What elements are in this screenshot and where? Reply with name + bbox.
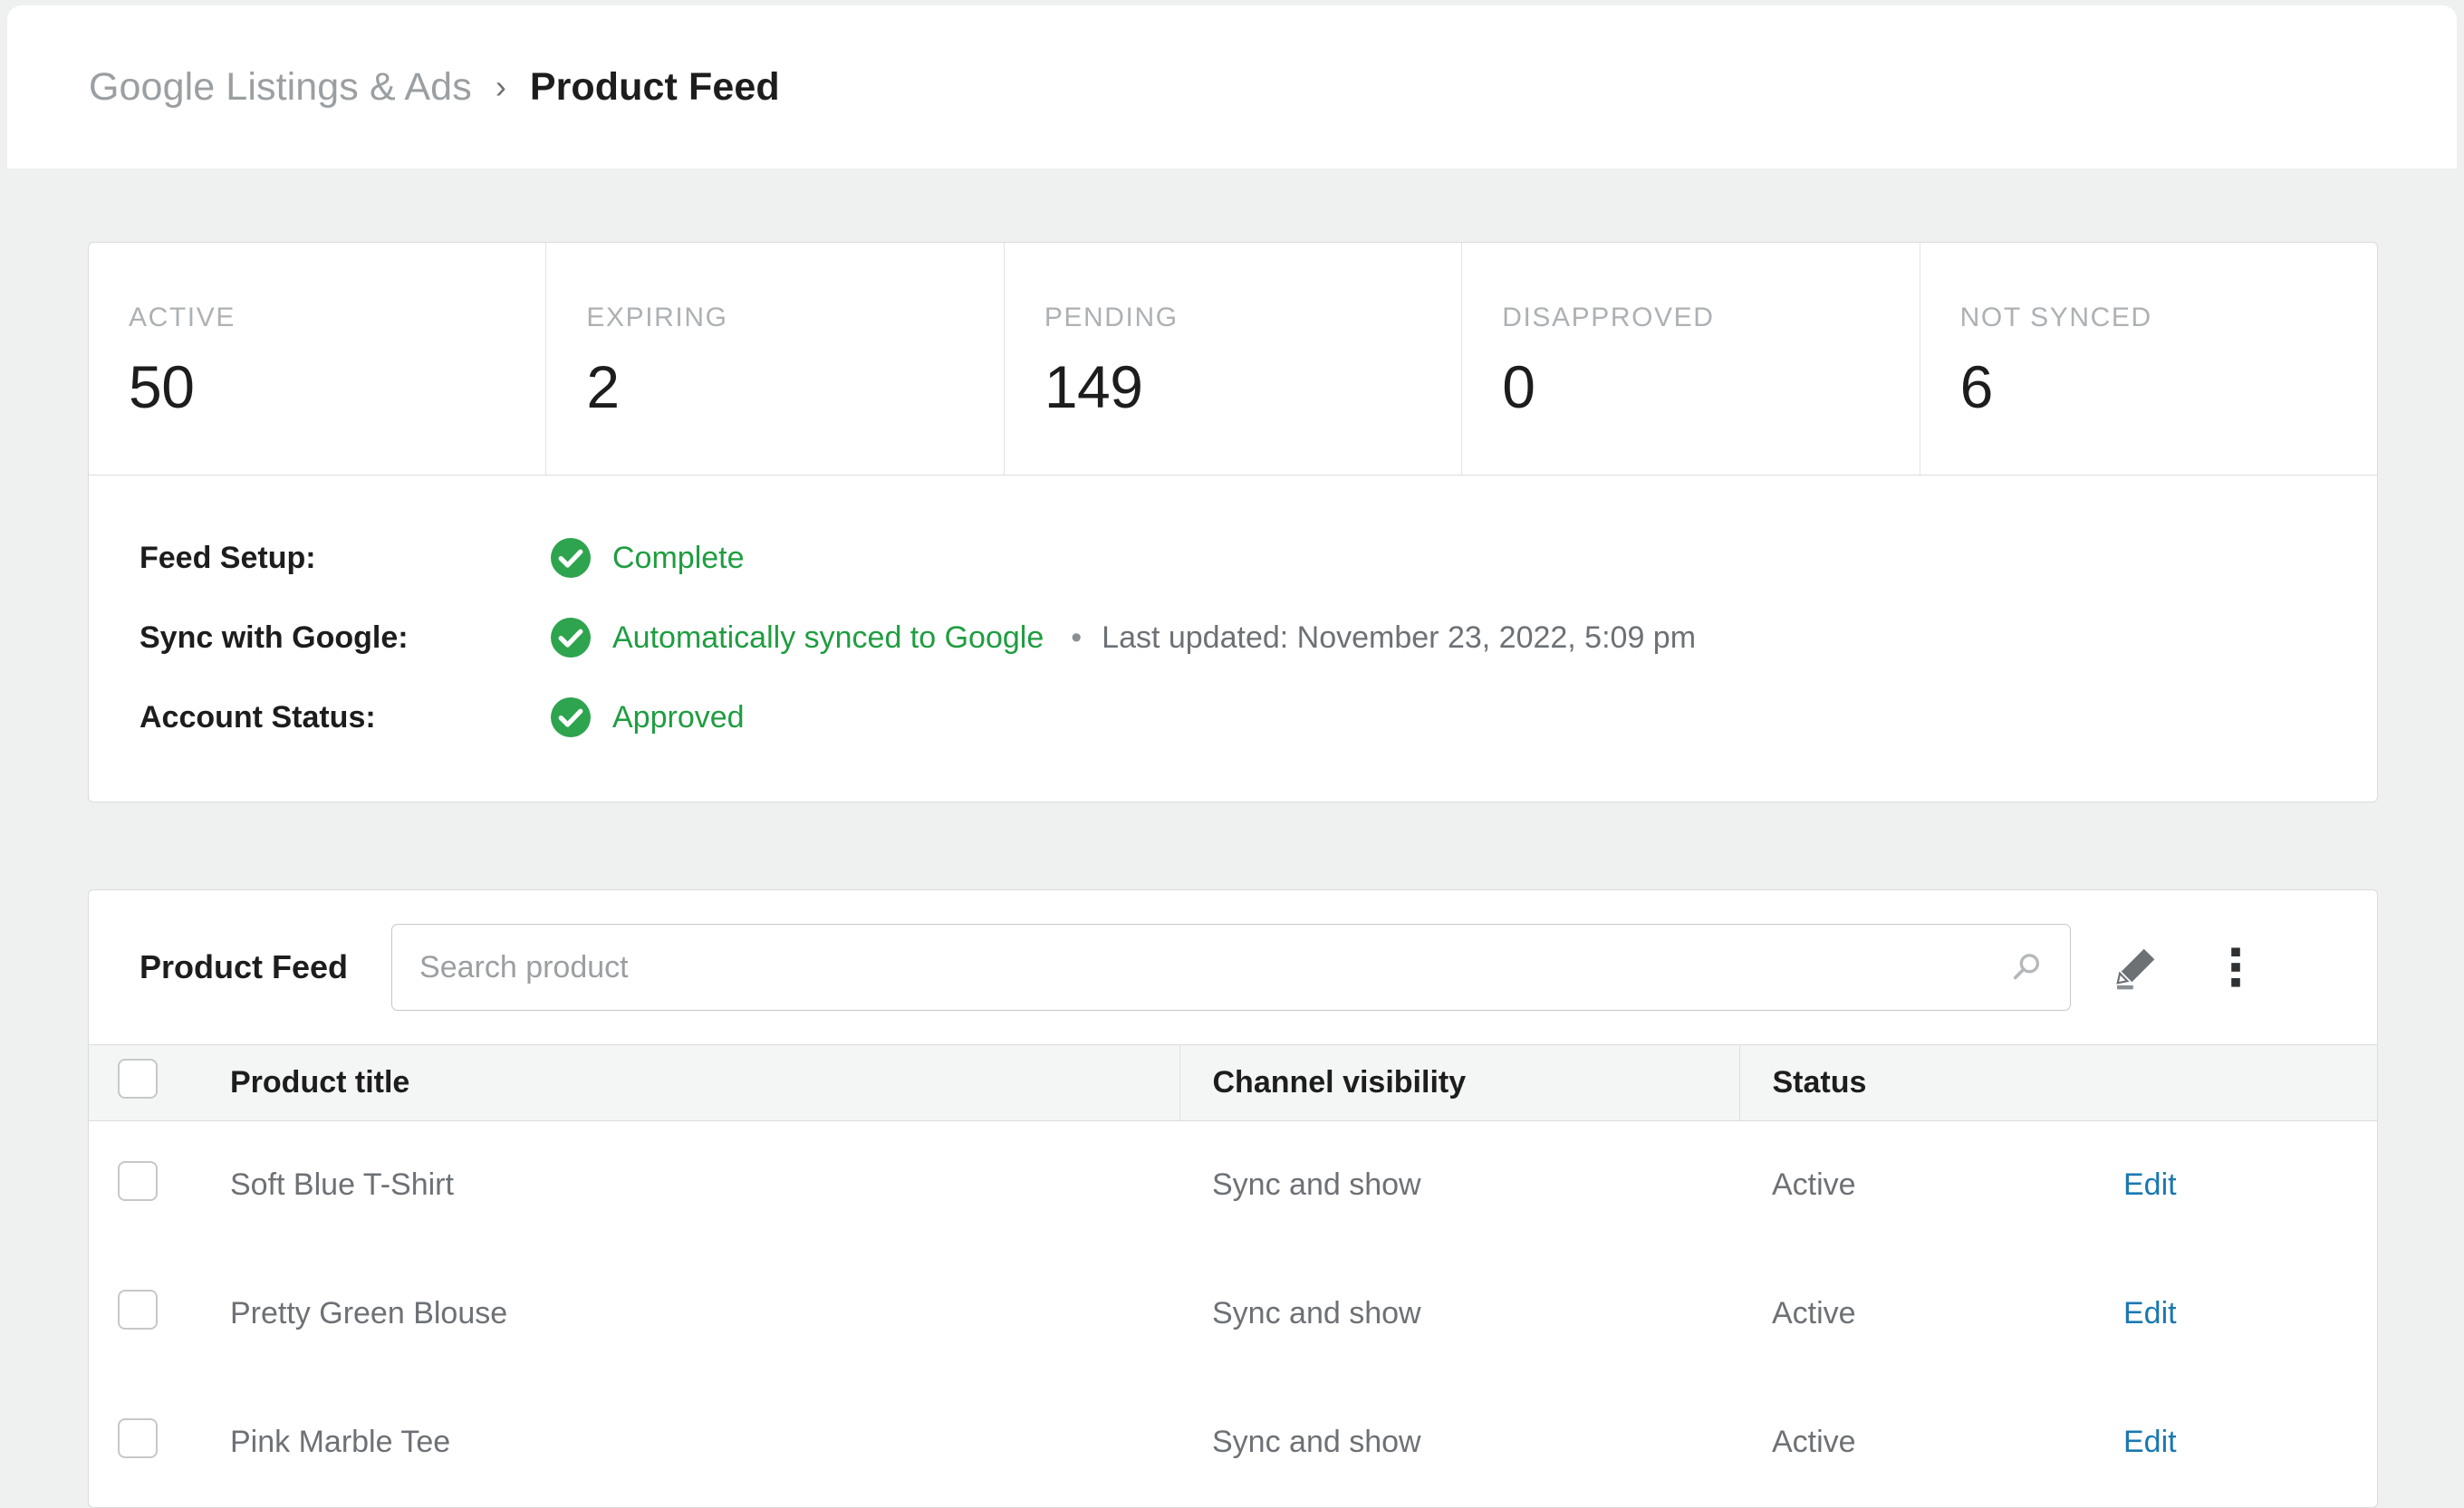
stat-value: 6 [1960,357,2377,417]
status-label: Feed Setup: [140,541,549,576]
row-checkbox[interactable] [118,1290,158,1330]
cell-status: Active [1739,1378,2120,1507]
breadcrumb: Google Listings & Ads › Product Feed [89,65,780,110]
status-value: Automatically synced to Google [612,620,1044,656]
table-row: Soft Blue T-Shirt Sync and show Active E… [89,1121,2378,1250]
cell-status: Active [1739,1121,2120,1250]
stat-label: DISAPPROVED [1502,303,1919,333]
search-input[interactable] [391,924,2071,1011]
row-checkbox[interactable] [118,1161,158,1201]
edit-link[interactable]: Edit [2123,1425,2177,1459]
edit-pencil-button[interactable] [2107,938,2165,996]
stat-card-disapproved: DISAPPROVED 0 [1462,243,1920,475]
column-header-product-title[interactable]: Product title [201,1045,1179,1121]
cell-product-title: Pink Marble Tee [201,1378,1179,1507]
table-row: Pink Marble Tee Sync and show Active Edi… [89,1378,2378,1507]
more-options-button[interactable] [2210,938,2261,996]
search-button[interactable] [2006,946,2047,988]
row-checkbox[interactable] [118,1418,158,1458]
search-field-wrapper [391,924,2071,1011]
column-header-channel-visibility[interactable]: Channel visibility [1179,1045,1739,1121]
row-select-cell [89,1378,201,1507]
chevron-right-icon: › [496,71,506,103]
feed-summary-card: ACTIVE 50 EXPIRING 2 PENDING 149 DISAPPR… [88,242,2378,802]
check-circle-icon [549,536,592,580]
status-row-feed-setup: Feed Setup: Complete [140,530,2377,586]
last-updated-value: Last updated: November 23, 2022, 5:09 pm [1102,620,1696,655]
select-all-header [89,1045,201,1121]
cell-status: Active [1739,1250,2120,1378]
column-header-status[interactable]: Status [1739,1045,2120,1121]
table-row: Pretty Green Blouse Sync and show Active… [89,1250,2378,1378]
stat-label: NOT SYNCED [1960,303,2377,333]
product-feed-card: Product Feed [88,889,2378,1508]
stat-value: 149 [1044,357,1461,417]
stat-value: 2 [586,357,1003,417]
search-icon [2008,949,2045,985]
product-feed-toolbar: Product Feed [89,890,2377,1044]
edit-link[interactable]: Edit [2123,1296,2177,1330]
select-all-checkbox[interactable] [118,1059,158,1099]
cell-actions: Edit [2120,1250,2378,1378]
breadcrumb-parent-link[interactable]: Google Listings & Ads [89,65,472,110]
status-row-sync: Sync with Google: Automatically synced t… [140,610,2377,666]
product-feed-table: Product title Channel visibility Status … [89,1044,2378,1507]
row-select-cell [89,1121,201,1250]
pencil-icon [2110,941,2162,994]
stat-card-expiring: EXPIRING 2 [546,243,1004,475]
stat-label: PENDING [1044,303,1461,333]
cell-channel-visibility: Sync and show [1179,1378,1739,1507]
table-head: Product title Channel visibility Status [89,1045,2378,1121]
stat-label: EXPIRING [586,303,1003,333]
status-block: Feed Setup: Complete Sync with Google: A… [89,475,2377,802]
column-header-actions [2120,1045,2378,1121]
stat-value: 0 [1502,357,1919,417]
cell-channel-visibility: Sync and show [1179,1250,1739,1378]
stat-label: ACTIVE [129,303,545,333]
cell-product-title: Pretty Green Blouse [201,1250,1179,1378]
table-body: Soft Blue T-Shirt Sync and show Active E… [89,1121,2378,1507]
product-feed-heading: Product Feed [140,948,348,986]
stat-value: 50 [129,357,545,417]
cell-actions: Edit [2120,1121,2378,1250]
stat-card-pending: PENDING 149 [1005,243,1462,475]
status-value: Approved [612,700,745,735]
stat-card-not-synced: NOT SYNCED 6 [1920,243,2377,475]
table-header-row: Product title Channel visibility Status [89,1045,2378,1121]
cell-channel-visibility: Sync and show [1179,1121,1739,1250]
status-label: Account Status: [140,700,549,735]
page-header-bar: Google Listings & Ads › Product Feed [7,5,2457,168]
cell-product-title: Soft Blue T-Shirt [201,1121,1179,1250]
check-circle-icon [549,616,592,659]
last-updated-text: • Last updated: November 23, 2022, 5:09 p… [1071,620,1696,656]
status-value: Complete [612,541,745,576]
status-row-account: Account Status: Approved [140,689,2377,745]
check-circle-icon [549,696,592,739]
cell-actions: Edit [2120,1378,2378,1507]
edit-link[interactable]: Edit [2123,1167,2177,1202]
page-title: Product Feed [530,65,780,110]
bullet-separator-icon: • [1071,620,1082,656]
stat-card-active: ACTIVE 50 [89,243,546,475]
row-select-cell [89,1250,201,1378]
kebab-menu-icon [2215,942,2257,993]
stats-row: ACTIVE 50 EXPIRING 2 PENDING 149 DISAPPR… [89,243,2377,475]
status-label: Sync with Google: [140,620,549,656]
